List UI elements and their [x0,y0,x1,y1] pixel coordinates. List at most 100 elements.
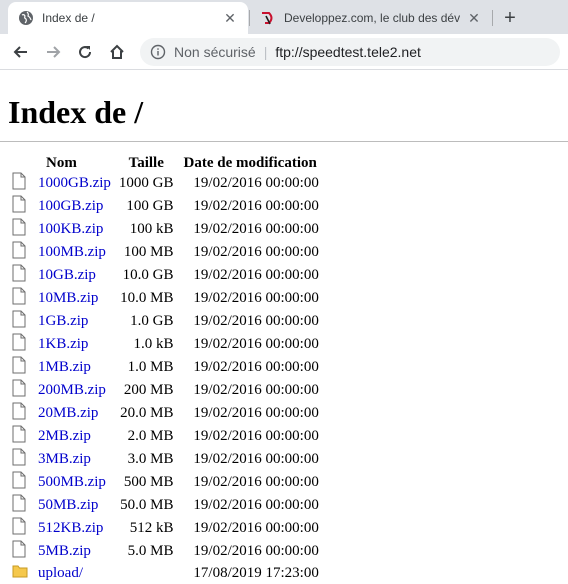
file-link[interactable]: 512KB.zip [38,520,103,536]
table-row[interactable]: 1KB.zip 1.0 kB 19/02/2016 00:00:00 [8,333,323,356]
modified-date: 19/02/2016 00:00:00 [193,359,319,375]
close-tab-icon[interactable]: ✕ [222,10,238,26]
table-row[interactable]: 10GB.zip 10.0 GB 19/02/2016 00:00:00 [8,264,323,287]
modified-date: 19/02/2016 00:00:00 [193,221,319,237]
file-link[interactable]: 2MB.zip [38,428,91,444]
file-link[interactable]: 5MB.zip [38,543,91,559]
table-row[interactable]: 100KB.zip 100 kB 19/02/2016 00:00:00 [8,218,323,241]
file-icon [12,310,30,333]
tab-divider [492,10,493,26]
tab-title: Developpez.com, le club des développeurs [284,11,460,25]
reload-button[interactable] [70,37,100,67]
file-size: 100 GB [126,198,174,214]
file-icon [12,264,30,287]
file-icon [12,333,30,356]
tab-title: Index de / [42,11,95,25]
table-row[interactable]: upload/17/08/2019 17:23:00 [8,563,323,584]
modified-date: 19/02/2016 00:00:00 [193,336,319,352]
toolbar: Non sécurisé | ftp://speedtest.tele2.net [0,34,568,70]
table-header-row: Nom Taille Date de modification [8,154,323,172]
modified-date: 19/02/2016 00:00:00 [193,405,319,421]
table-row[interactable]: 200MB.zip 200 MB 19/02/2016 00:00:00 [8,379,323,402]
table-row[interactable]: 512KB.zip 512 kB 19/02/2016 00:00:00 [8,517,323,540]
table-row[interactable]: 10MB.zip 10.0 MB 19/02/2016 00:00:00 [8,287,323,310]
file-listing-table: Nom Taille Date de modification 1000GB.z… [8,154,323,584]
file-icon [12,287,30,310]
file-icon [12,448,30,471]
forward-button[interactable] [38,37,68,67]
tab-index[interactable]: Index de / ✕ [8,2,248,34]
file-icon [12,494,30,517]
tab-developpez[interactable]: Developpez.com, le club des développeurs… [250,2,492,34]
column-header-name[interactable]: Nom [8,154,115,172]
table-row[interactable]: 1MB.zip 1.0 MB 19/02/2016 00:00:00 [8,356,323,379]
table-row[interactable]: 1GB.zip 1.0 GB 19/02/2016 00:00:00 [8,310,323,333]
modified-date: 19/02/2016 00:00:00 [193,267,319,283]
file-link[interactable]: 1000GB.zip [38,175,111,191]
file-link[interactable]: 500MB.zip [38,474,106,490]
file-size: 50.0 MB [120,497,174,513]
arrow-left-icon [13,45,27,58]
file-icon [12,218,30,241]
table-row[interactable]: 500MB.zip 500 MB 19/02/2016 00:00:00 [8,471,323,494]
file-size: 100 MB [123,244,174,260]
modified-date: 19/02/2016 00:00:00 [193,244,319,260]
info-icon[interactable] [150,44,166,60]
file-size: 100 kB [129,221,174,237]
modified-date: 19/02/2016 00:00:00 [193,451,319,467]
table-row[interactable]: 100MB.zip 100 MB 19/02/2016 00:00:00 [8,241,323,264]
modified-date: 19/02/2016 00:00:00 [193,198,319,214]
close-tab-icon[interactable]: ✕ [466,10,482,26]
table-row[interactable]: 1000GB.zip 1000 GB 19/02/2016 00:00:00 [8,172,323,195]
file-icon [12,517,30,540]
modified-date: 19/02/2016 00:00:00 [193,313,319,329]
file-size: 20.0 MB [120,405,174,421]
address-bar[interactable]: Non sécurisé | ftp://speedtest.tele2.net [140,37,560,66]
back-button[interactable] [6,37,36,67]
file-size [115,563,178,584]
file-icon [12,241,30,264]
table-row[interactable]: 100GB.zip 100 GB 19/02/2016 00:00:00 [8,195,323,218]
file-size: 200 MB [123,382,174,398]
folder-link[interactable]: upload/ [38,565,83,581]
file-link[interactable]: 200MB.zip [38,382,106,398]
table-row[interactable]: 50MB.zip 50.0 MB 19/02/2016 00:00:00 [8,494,323,517]
table-row[interactable]: 2MB.zip 2.0 MB 19/02/2016 00:00:00 [8,425,323,448]
table-row[interactable]: 20MB.zip 20.0 MB 19/02/2016 00:00:00 [8,402,323,425]
file-link[interactable]: 1KB.zip [38,336,88,352]
home-button[interactable] [102,37,132,67]
file-link[interactable]: 50MB.zip [38,497,98,513]
file-link[interactable]: 1GB.zip [38,313,88,329]
file-link[interactable]: 100KB.zip [38,221,103,237]
table-row[interactable]: 3MB.zip 3.0 MB 19/02/2016 00:00:00 [8,448,323,471]
home-icon [110,44,124,59]
file-size: 1.0 GB [130,313,174,329]
file-link[interactable]: 100GB.zip [38,198,103,214]
table-body: 1000GB.zip 1000 GB 19/02/2016 00:00:00 100G… [8,172,323,584]
divider [0,141,568,142]
file-link[interactable]: 10MB.zip [38,290,98,306]
file-link[interactable]: 100MB.zip [38,244,106,260]
modified-date: 19/02/2016 00:00:00 [193,290,319,306]
file-icon [12,425,30,448]
column-header-date[interactable]: Date de modification [178,154,323,172]
file-size: 1.0 kB [133,336,174,352]
column-header-size[interactable]: Taille [115,154,178,172]
arrow-right-icon [47,45,61,58]
file-size: 1.0 MB [127,359,174,375]
file-icon [12,471,30,494]
url-text[interactable]: ftp://speedtest.tele2.net [275,44,421,60]
file-icon [12,195,30,218]
file-link[interactable]: 1MB.zip [38,359,91,375]
file-icon [12,172,30,195]
modified-date: 19/02/2016 00:00:00 [193,474,319,490]
file-icon [12,356,30,379]
file-link[interactable]: 10GB.zip [38,267,96,283]
modified-date: 19/02/2016 00:00:00 [193,175,319,191]
modified-date: 19/02/2016 00:00:00 [193,520,319,536]
file-link[interactable]: 3MB.zip [38,451,91,467]
file-icon [12,402,30,425]
new-tab-button[interactable]: + [498,6,522,30]
file-link[interactable]: 20MB.zip [38,405,98,421]
file-size: 10.0 GB [122,267,174,283]
